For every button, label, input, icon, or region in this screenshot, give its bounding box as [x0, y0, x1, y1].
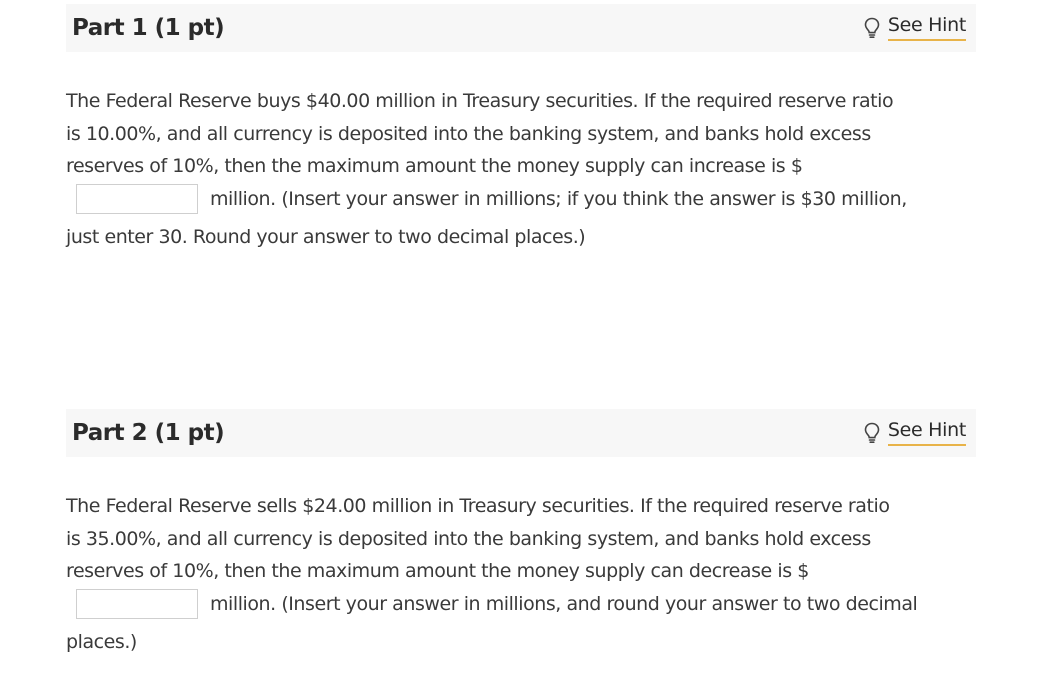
part-2-answer-input[interactable] [76, 589, 198, 620]
part-1-answer-input[interactable] [76, 184, 198, 215]
question-line: is 35.00%, and all currency is deposited… [66, 527, 871, 550]
see-hint-label: See Hint [887, 419, 966, 447]
part-1-header: Part 1 (1 pt) See Hint [66, 4, 976, 52]
question-line: just enter 30. Round your answer to two … [66, 226, 586, 249]
part-1-title: Part 1 (1 pt) [72, 15, 225, 41]
lightbulb-icon [864, 17, 880, 39]
part-2-question: The Federal Reserve sells $24.00 million… [66, 490, 976, 659]
question-line: The Federal Reserve buys $40.00 million … [66, 90, 894, 112]
see-hint-label: See Hint [887, 14, 966, 42]
question-line: million. (Insert your answer in millions… [210, 592, 918, 615]
question-line: places.) [66, 631, 137, 654]
question-line: reserves of 10%, then the maximum amount… [66, 560, 809, 583]
part-1-question: The Federal Reserve buys $40.00 million … [66, 85, 976, 254]
question-line: is 10.00%, and all currency is deposited… [66, 122, 871, 145]
part-2: Part 2 (1 pt) See Hint The Federal Reser… [66, 409, 976, 659]
lightbulb-icon [864, 422, 880, 444]
part-2-title: Part 2 (1 pt) [72, 420, 225, 446]
part-1: Part 1 (1 pt) See Hint The Federal Reser… [66, 4, 976, 254]
see-hint-button-part-1[interactable]: See Hint [864, 14, 966, 42]
question-line: million. (Insert your answer in millions… [210, 187, 907, 210]
question-line: The Federal Reserve sells $24.00 million… [66, 495, 890, 517]
see-hint-button-part-2[interactable]: See Hint [864, 419, 966, 447]
answer-line: million. (Insert your answer in millions… [66, 183, 976, 216]
part-2-header: Part 2 (1 pt) See Hint [66, 409, 976, 457]
question-line: reserves of 10%, then the maximum amount… [66, 155, 803, 178]
answer-line: million. (Insert your answer in millions… [66, 588, 976, 621]
